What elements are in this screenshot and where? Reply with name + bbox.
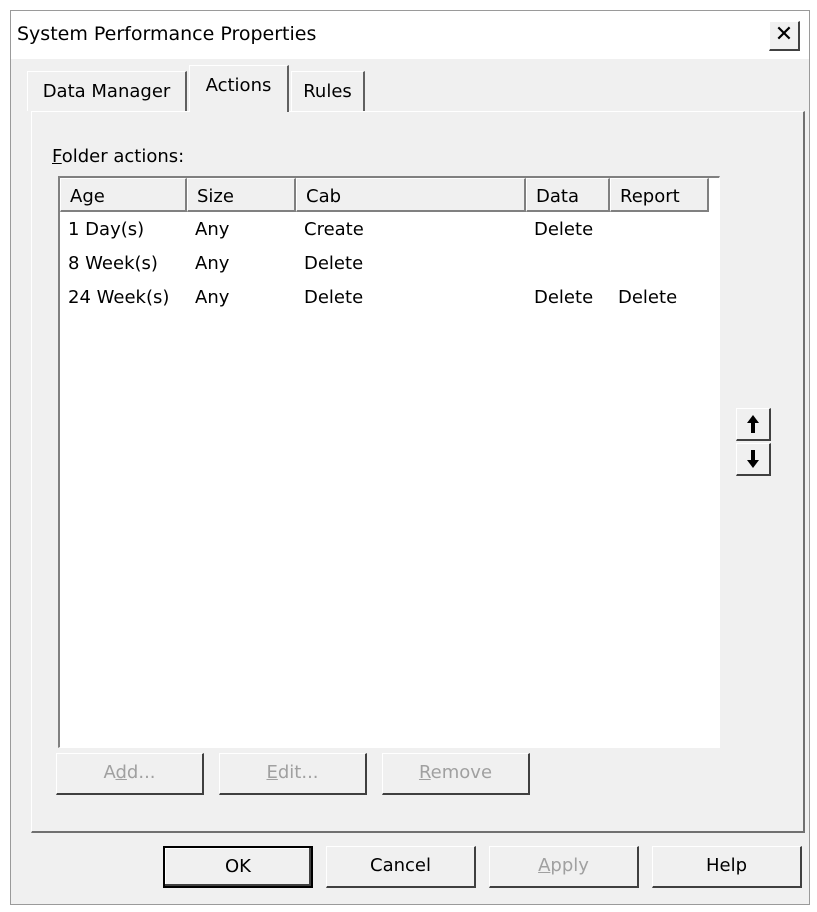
cell-cab: Delete — [304, 253, 364, 274]
tab-data-manager[interactable]: Data Manager — [27, 71, 187, 111]
cell-age: 8 Week(s) — [68, 253, 158, 274]
cell-age: 1 Day(s) — [68, 219, 145, 240]
apply-button[interactable]: Apply — [489, 846, 639, 888]
cell-report — [610, 214, 618, 219]
cell-data — [526, 248, 534, 253]
cell-size: Any — [195, 219, 230, 240]
tab-rules[interactable]: Rules — [291, 71, 365, 111]
title-bar[interactable]: System Performance Properties ✕ — [11, 11, 809, 59]
cell-report: Delete — [618, 287, 678, 308]
cell-report — [610, 248, 618, 253]
folder-actions-label: Folder actions: — [52, 146, 185, 167]
up-arrow-icon — [747, 415, 759, 433]
close-icon: ✕ — [774, 22, 794, 47]
tab-label: Rules — [303, 81, 352, 102]
cancel-button[interactable]: Cancel — [326, 846, 476, 888]
column-header-data[interactable]: Data — [526, 178, 610, 212]
cell-size: Any — [195, 287, 230, 308]
window-title: System Performance Properties — [17, 23, 317, 45]
cell-data: Delete — [534, 287, 594, 308]
list-header: Age Size Cab Data Report — [60, 178, 719, 212]
tab-actions[interactable]: Actions — [189, 65, 289, 112]
tab-label: Data Manager — [42, 81, 171, 102]
help-button[interactable]: Help — [652, 846, 802, 888]
column-header-cab[interactable]: Cab — [296, 178, 526, 212]
cell-size: Any — [195, 253, 230, 274]
table-row[interactable]: 8 Week(s) Any Delete — [60, 248, 719, 282]
column-header-age[interactable]: Age — [60, 178, 187, 212]
column-header-size[interactable]: Size — [187, 178, 296, 212]
edit-button[interactable]: Edit... — [219, 753, 367, 795]
move-down-button[interactable] — [736, 443, 771, 476]
cell-cab: Create — [304, 219, 364, 240]
down-arrow-icon — [747, 450, 759, 468]
folder-actions-list[interactable]: Age Size Cab Data Report 1 Day(s) Any Cr… — [58, 176, 720, 748]
table-row[interactable]: 1 Day(s) Any Create Delete — [60, 214, 719, 248]
cell-data: Delete — [534, 219, 594, 240]
add-button[interactable]: Add... — [56, 753, 204, 795]
column-header-report[interactable]: Report — [610, 178, 709, 212]
cell-cab: Delete — [304, 287, 364, 308]
properties-dialog: System Performance Properties ✕ Data Man… — [10, 10, 810, 905]
cell-age: 24 Week(s) — [68, 287, 170, 308]
remove-button[interactable]: Remove — [382, 753, 530, 795]
ok-button[interactable]: OK — [163, 846, 313, 888]
table-row[interactable]: 24 Week(s) Any Delete Delete Delete — [60, 282, 719, 316]
close-button[interactable]: ✕ — [769, 21, 800, 51]
tab-label: Actions — [205, 75, 272, 96]
move-up-button[interactable] — [736, 408, 771, 441]
